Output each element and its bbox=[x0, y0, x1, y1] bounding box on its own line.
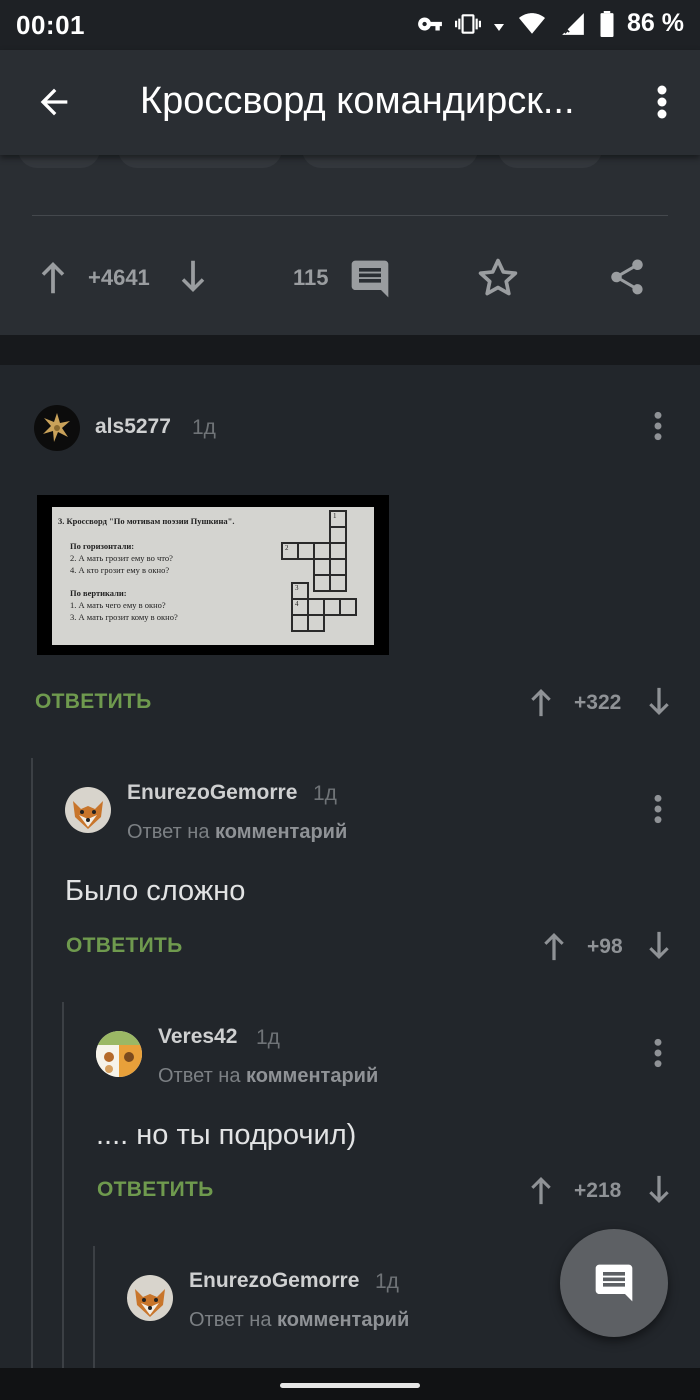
data-arrow-icon bbox=[494, 23, 505, 31]
comment-time: 1д bbox=[313, 782, 337, 805]
reply-button[interactable]: ОТВЕТИТЬ bbox=[97, 1178, 214, 1202]
reply-to-prefix: Ответ на bbox=[127, 821, 210, 843]
app-bar: Кроссворд командирск... bbox=[0, 50, 700, 155]
reply-to-link[interactable]: комментарий bbox=[277, 1309, 409, 1331]
signal-icon bbox=[562, 12, 584, 35]
wifi-icon bbox=[519, 12, 546, 34]
reply-to-prefix: Ответ на bbox=[189, 1309, 272, 1331]
reply-to-label: Ответ на комментарий bbox=[189, 1309, 409, 1332]
reply-to-label: Ответ на комментарий bbox=[158, 1065, 378, 1088]
comment-time: 1д bbox=[256, 1026, 280, 1049]
tag-chip[interactable] bbox=[302, 155, 478, 168]
crossword-clue: 3. А мать грозит кому в окно? bbox=[70, 612, 178, 622]
avatar[interactable] bbox=[34, 405, 80, 451]
status-time: 00:01 bbox=[16, 10, 85, 40]
add-comment-button[interactable] bbox=[560, 1229, 668, 1337]
arrow-up-icon[interactable] bbox=[528, 685, 554, 719]
comment-time: 1д bbox=[192, 416, 216, 439]
comment-text: .... но ты подрочил) bbox=[96, 1119, 357, 1151]
vibrate-icon bbox=[455, 13, 482, 34]
comment-image[interactable]: 3. Кроссворд "По мотивам поэзии Пушкина"… bbox=[37, 495, 389, 655]
crossword-clue: 4. А кто грозит ему в окно? bbox=[70, 565, 170, 575]
vpn-key-icon bbox=[418, 17, 442, 30]
arrow-up-icon[interactable] bbox=[528, 1173, 554, 1207]
avatar[interactable] bbox=[127, 1275, 173, 1321]
more-vert-icon[interactable] bbox=[652, 1037, 664, 1069]
comment-author[interactable]: EnurezoGemorre bbox=[127, 781, 297, 805]
share-icon[interactable] bbox=[606, 255, 648, 299]
avatar-image bbox=[43, 413, 70, 442]
arrow-down-icon[interactable] bbox=[646, 929, 672, 963]
comments-count: 115 bbox=[293, 265, 329, 290]
comment-author[interactable]: Veres42 bbox=[158, 1025, 237, 1049]
tag-chip[interactable] bbox=[118, 155, 282, 168]
comment-author[interactable]: EnurezoGemorre bbox=[189, 1269, 359, 1293]
comment-text: Было сложно bbox=[65, 875, 246, 907]
status-bar: 00:01 86 % bbox=[0, 0, 700, 50]
crossword-vertical-header: По вертикали: bbox=[70, 588, 127, 598]
arrow-down-icon[interactable] bbox=[646, 1173, 672, 1207]
more-vert-icon[interactable] bbox=[652, 793, 664, 825]
crossword-number: 4 bbox=[295, 600, 299, 608]
avatar[interactable] bbox=[65, 787, 111, 833]
avatar-image bbox=[73, 801, 103, 829]
more-vert-icon[interactable] bbox=[652, 410, 664, 442]
comment-rating: +218 bbox=[574, 1179, 622, 1202]
system-nav-bar bbox=[0, 1368, 700, 1400]
back-arrow-icon[interactable] bbox=[34, 82, 74, 122]
thread-line bbox=[93, 1246, 95, 1368]
section-separator bbox=[0, 335, 700, 365]
comment-rating: +322 bbox=[574, 691, 622, 714]
tag-chip[interactable] bbox=[18, 155, 100, 168]
reply-to-label: Ответ на комментарий bbox=[127, 821, 347, 844]
reply-button[interactable]: ОТВЕТИТЬ bbox=[66, 934, 183, 958]
thread-line bbox=[62, 1002, 64, 1368]
comment-time: 1д bbox=[375, 1270, 399, 1293]
reply-to-prefix: Ответ на bbox=[158, 1065, 241, 1087]
reply-to-link[interactable]: комментарий bbox=[215, 821, 347, 843]
comment-icon[interactable] bbox=[348, 257, 392, 301]
crossword-paper: 3. Кроссворд "По мотивам поэзии Пушкина"… bbox=[52, 507, 374, 645]
post-rating: +4641 bbox=[88, 265, 150, 290]
arrow-down-icon[interactable] bbox=[646, 685, 672, 719]
page-title: Кроссворд командирск... bbox=[140, 80, 575, 122]
crossword-clue: 1. А мать чего ему в окно? bbox=[70, 600, 166, 610]
avatar-image bbox=[96, 1031, 142, 1077]
more-vert-icon[interactable] bbox=[656, 84, 668, 120]
star-icon[interactable] bbox=[476, 256, 520, 300]
reply-to-link[interactable]: комментарий bbox=[246, 1065, 378, 1087]
post-footer: +4641 115 bbox=[0, 155, 700, 335]
post-actions: +4641 115 bbox=[0, 255, 700, 301]
comment-rating: +98 bbox=[587, 935, 623, 958]
arrow-up-icon[interactable] bbox=[541, 929, 567, 963]
comment-icon bbox=[595, 1264, 633, 1302]
comment-author[interactable]: als5277 bbox=[95, 415, 171, 439]
crossword-number: 3 bbox=[295, 584, 299, 592]
divider bbox=[32, 215, 668, 216]
home-gesture-pill[interactable] bbox=[280, 1383, 420, 1388]
arrow-down-icon[interactable] bbox=[178, 259, 208, 295]
avatar-image bbox=[135, 1289, 165, 1317]
reply-button[interactable]: ОТВЕТИТЬ bbox=[35, 690, 152, 714]
arrow-up-icon[interactable] bbox=[38, 259, 68, 295]
battery-icon bbox=[600, 10, 614, 37]
crossword-horizontal-header: По горизонтали: bbox=[70, 541, 135, 551]
battery-percent: 86 % bbox=[627, 9, 684, 37]
crossword-clue: 2. А мать грозит ему во что? bbox=[70, 553, 173, 563]
avatar[interactable] bbox=[96, 1031, 142, 1077]
crossword-number: 2 bbox=[285, 544, 289, 552]
crossword-title: 3. Кроссворд "По мотивам поэзии Пушкина"… bbox=[58, 516, 235, 526]
thread-line bbox=[31, 758, 33, 1368]
crossword-number: 1 bbox=[333, 512, 337, 520]
tag-chip[interactable] bbox=[498, 155, 602, 168]
crossword-grid bbox=[281, 510, 357, 632]
